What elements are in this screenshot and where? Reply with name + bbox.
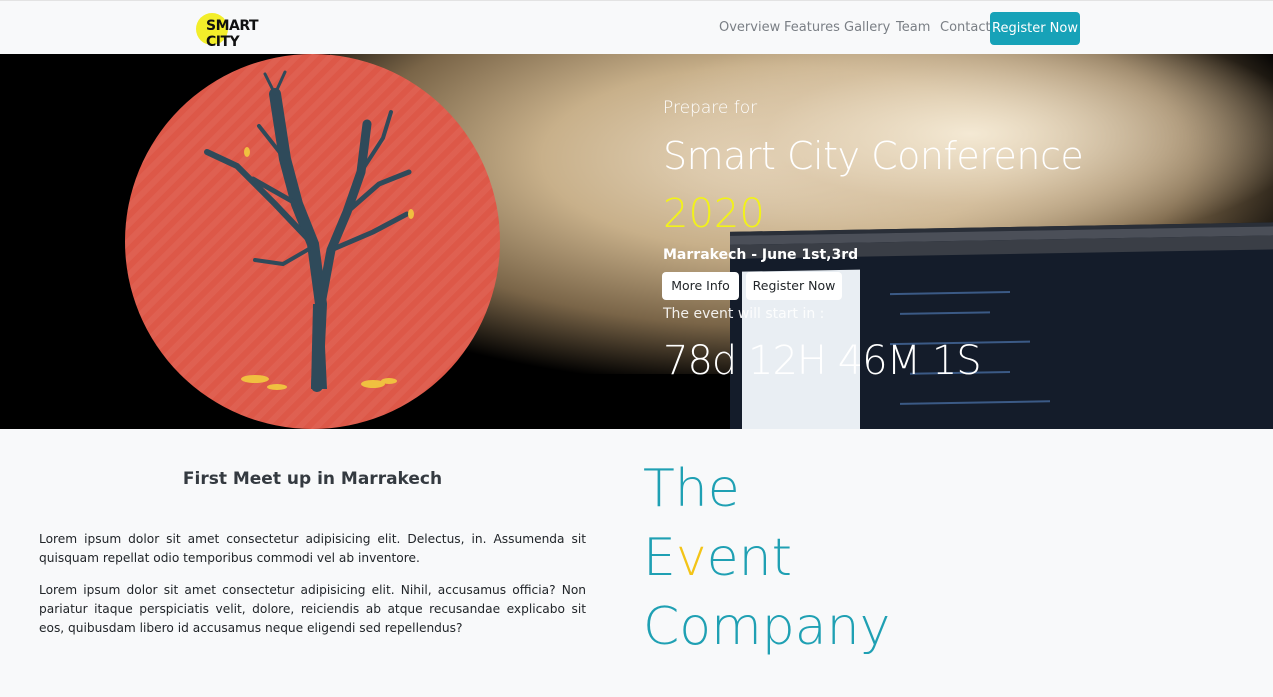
hero-banner: Prepare for Smart City Conference 2020 M…	[0, 54, 1273, 429]
navbar: SMART CITY Overview Features Gallery Tea…	[0, 0, 1273, 53]
bare-tree-icon	[204, 70, 414, 392]
nav-link-overview[interactable]: Overview	[719, 20, 780, 35]
hero-prepare-text: Prepare for	[663, 98, 758, 118]
logo-text: SMART CITY	[206, 18, 259, 50]
about-paragraph: Lorem ipsum dolor sit amet consectetur a…	[39, 532, 586, 565]
site-logo[interactable]: SMART CITY	[196, 10, 288, 50]
countdown-timer: 78d 12H 46M 1S	[663, 338, 982, 384]
nav-link-gallery[interactable]: Gallery	[844, 20, 890, 35]
code-line	[900, 311, 990, 315]
nav-link-team[interactable]: Team	[896, 20, 930, 35]
countdown-label: The event will start in :	[663, 306, 825, 322]
more-info-button[interactable]: More Info	[662, 272, 739, 300]
code-line	[900, 400, 1050, 405]
code-line	[890, 291, 1010, 296]
hero-register-button[interactable]: Register Now	[746, 272, 842, 300]
tagline-line2: Event	[643, 524, 890, 593]
tagline-line1: The	[643, 459, 740, 519]
about-paragraph: Lorem ipsum dolor sit amet consectetur a…	[39, 583, 586, 635]
register-now-button[interactable]: Register Now	[990, 12, 1080, 45]
meetup-heading: First Meet up in Marrakech	[182, 469, 443, 489]
conference-year: 2020	[663, 191, 765, 237]
nav-link-features[interactable]: Features	[784, 20, 840, 35]
tagline-event-end: ent	[706, 528, 792, 588]
tagline-event-start: E	[643, 528, 676, 588]
location-date: Marrakech - June 1st,3rd	[663, 247, 859, 263]
tree-illustration	[125, 54, 500, 429]
tagline-line3: Company	[643, 597, 891, 657]
event-company-tagline: The Event Company	[643, 455, 890, 662]
nav-link-contact[interactable]: Contact	[940, 20, 991, 35]
tagline-event-highlight: v	[675, 528, 707, 588]
conference-title: Smart City Conference	[663, 134, 1084, 178]
